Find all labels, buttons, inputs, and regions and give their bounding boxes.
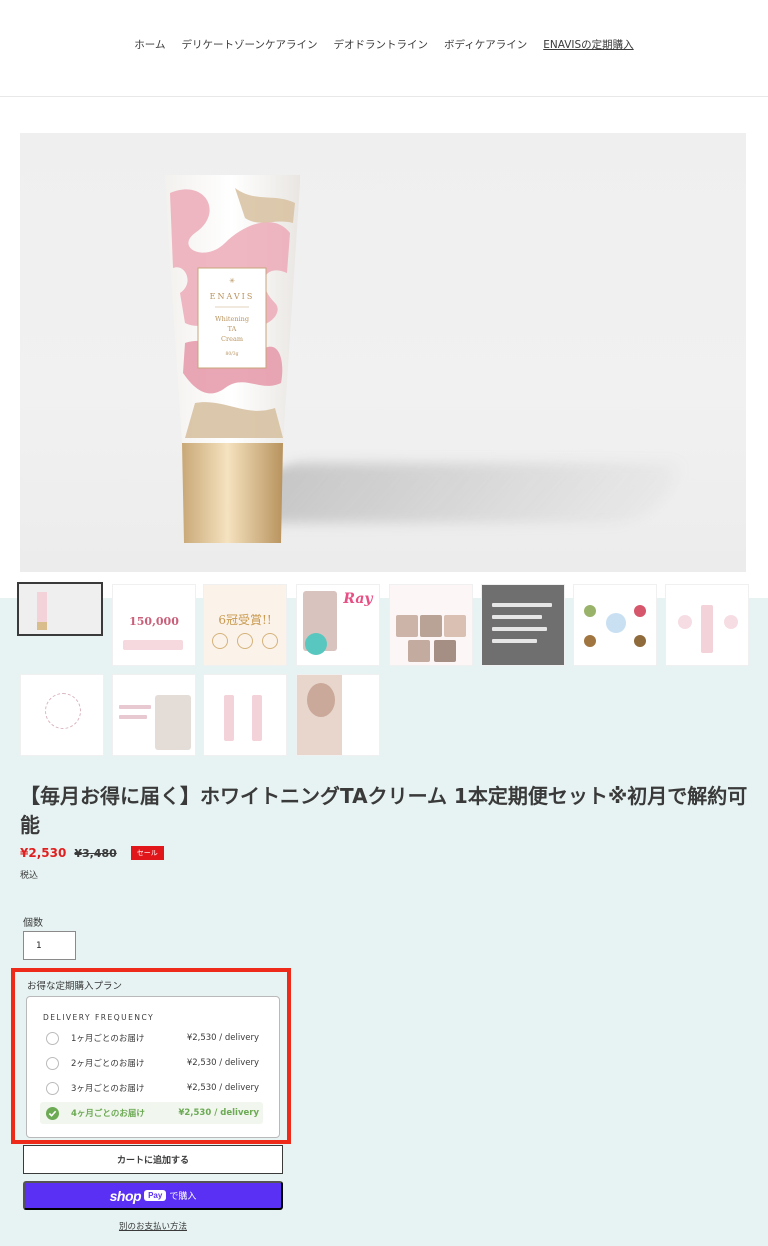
tube-brand: ENAVIS	[210, 292, 255, 301]
thumbnail-4-caption: Ray	[343, 591, 373, 607]
tube-line-3: Cream	[221, 335, 243, 343]
plan-option-name: 1ヶ月ごとのお届け	[71, 1034, 145, 1044]
delivery-frequency-label: DELIVERY FREQUENCY	[43, 1013, 155, 1022]
plan-option-2-month[interactable]: 2ヶ月ごとのお届け ¥2,530 / delivery	[40, 1052, 263, 1074]
tax-note: 税込	[20, 871, 39, 881]
plan-option-3-month[interactable]: 3ヶ月ごとのお届け ¥2,530 / delivery	[40, 1077, 263, 1099]
cream-tube-image: ✳ ENAVIS Whitening TA Cream 80/3g	[165, 175, 300, 543]
nav-item-subscription[interactable]: ENAVISの定期購入	[543, 37, 633, 52]
original-price: ¥3,480	[74, 846, 117, 860]
shop-pay-buy-label: で購入	[169, 1191, 197, 1201]
main-nav: ホーム デリケートゾーンケアライン デオドラントライン ボディケアライン ENA…	[0, 37, 768, 52]
quantity-label: 個数	[23, 918, 43, 929]
thumbnail-12[interactable]	[296, 674, 380, 756]
plan-option-name: 2ヶ月ごとのお届け	[71, 1059, 145, 1069]
nav-item-body-care[interactable]: ボディケアライン	[444, 37, 527, 52]
thumbnail-10[interactable]	[112, 674, 196, 756]
svg-text:✳: ✳	[229, 277, 235, 285]
shop-pay-badge: Pay	[144, 1190, 167, 1201]
thumbnail-3-caption: 6冠受賞!!	[218, 613, 272, 627]
product-main-image[interactable]: ✳ ENAVIS Whitening TA Cream 80/3g	[20, 133, 746, 572]
plan-option-name: 4ヶ月ごとのお届け	[71, 1109, 145, 1119]
shop-pay-button[interactable]: shop Pay で購入	[23, 1181, 283, 1210]
quantity-input[interactable]	[23, 931, 76, 960]
plan-option-price: ¥2,530 / delivery	[186, 1033, 259, 1043]
plan-title: お得な定期購入プラン	[27, 981, 123, 992]
sale-badge: セール	[130, 846, 164, 860]
plan-option-price: ¥2,530 / delivery	[178, 1108, 259, 1118]
thumbnail-9[interactable]	[20, 674, 104, 756]
price-row: ¥2,530 ¥3,480 セール	[20, 846, 164, 860]
tube-weight: 80/3g	[226, 351, 239, 357]
plan-option-name: 3ヶ月ごとのお届け	[71, 1084, 145, 1094]
thumbnail-3[interactable]: 6冠受賞!!	[203, 584, 287, 666]
thumbnail-8[interactable]	[665, 584, 749, 666]
thumbnail-tube-icon	[19, 584, 101, 634]
thumbnail-1[interactable]	[17, 582, 103, 636]
plan-option-price: ¥2,530 / delivery	[186, 1058, 259, 1068]
radio-icon[interactable]	[46, 1031, 59, 1045]
plan-option-4-month[interactable]: 4ヶ月ごとのお届け ¥2,530 / delivery	[40, 1102, 263, 1124]
radio-icon[interactable]	[46, 1081, 59, 1095]
thumbnail-7[interactable]	[573, 584, 657, 666]
thumbnail-6[interactable]	[481, 584, 565, 666]
thumbnail-4[interactable]: Ray	[296, 584, 380, 666]
thumbnail-11[interactable]	[203, 674, 287, 756]
radio-icon[interactable]	[46, 1056, 59, 1070]
product-title: 【毎月お得に届く】ホワイトニングTAクリーム 1本定期便セット※初月で解約可能	[20, 784, 748, 837]
checkmark-icon[interactable]	[46, 1106, 59, 1120]
thumbnail-2-caption: 150,000	[129, 615, 179, 628]
tube-line-1: Whitening	[215, 315, 249, 323]
other-payment-link[interactable]: 別のお支払い方法	[23, 1220, 283, 1232]
plan-option-price: ¥2,530 / delivery	[186, 1083, 259, 1093]
nav-item-home[interactable]: ホーム	[134, 37, 165, 52]
nav-item-delicate-zone-care[interactable]: デリケートゾーンケアライン	[181, 37, 317, 52]
sale-price: ¥2,530	[20, 846, 67, 860]
tube-line-2: TA	[228, 325, 237, 333]
plan-option-1-month[interactable]: 1ヶ月ごとのお届け ¥2,530 / delivery	[40, 1027, 263, 1049]
site-header: ホーム デリケートゾーンケアライン デオドラントライン ボディケアライン ENA…	[0, 0, 768, 97]
thumbnail-5[interactable]	[389, 584, 473, 666]
shop-pay-logo: shop	[109, 1187, 142, 1204]
nav-item-deodorant[interactable]: デオドラントライン	[333, 37, 428, 52]
thumbnail-2[interactable]: 150,000	[112, 584, 196, 666]
add-to-cart-button[interactable]: カートに追加する	[23, 1145, 283, 1174]
